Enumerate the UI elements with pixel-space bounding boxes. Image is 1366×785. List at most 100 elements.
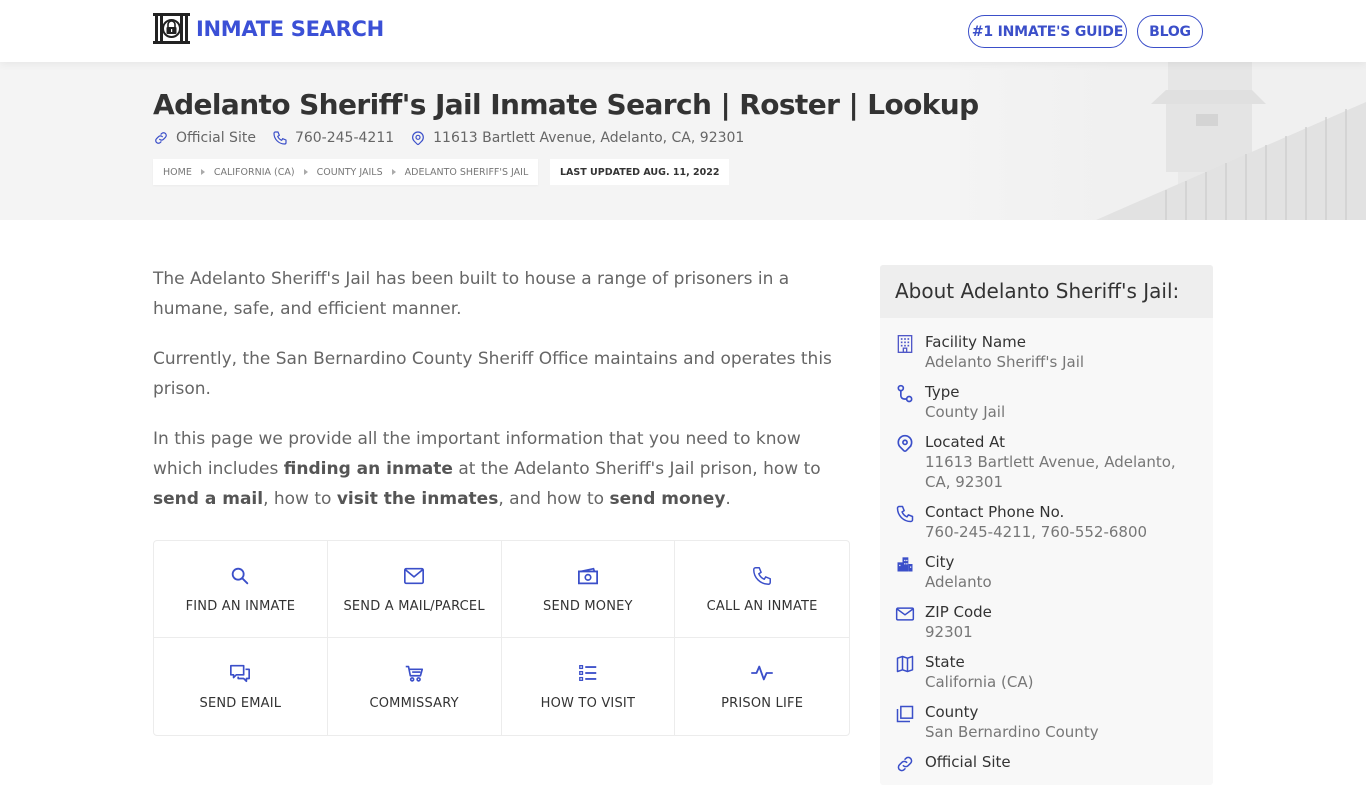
about-value: California (CA)	[925, 673, 1034, 691]
about-facility-card: About Adelanto Sheriff's Jail: Facility …	[880, 265, 1213, 785]
facility-meta-row: Official Site 760-245-4211 11613 Bartlet…	[153, 130, 760, 146]
breadcrumb-current-facility[interactable]: ADELANTO SHERIFF'S JAIL	[405, 167, 529, 178]
about-list: Facility Name Adelanto Sheriff's Jail Ty…	[880, 318, 1213, 774]
jail-lock-icon	[153, 13, 190, 44]
link-icon	[155, 132, 167, 144]
prison-tower-background-image	[946, 62, 1366, 220]
tile-label: COMMISSARY	[369, 696, 459, 711]
text-segment: at the Adelanto Sheriff's Jail prison, h…	[452, 459, 821, 479]
about-label: Contact Phone No.	[925, 503, 1065, 521]
phone-icon	[273, 131, 287, 145]
tile-find-an-inmate[interactable]: FIND AN INMATE	[154, 541, 328, 638]
route-icon	[897, 384, 913, 403]
intro-text: The Adelanto Sheriff's Jail has been bui…	[153, 264, 850, 534]
brand-name: INMATE SEARCH	[196, 16, 384, 41]
top-navbar: INMATE SEARCH #1 INMATE'S GUIDE BLOG	[0, 0, 1366, 62]
tile-label: FIND AN INMATE	[185, 598, 296, 614]
tile-commissary[interactable]: COMMISSARY	[328, 638, 502, 735]
inmates-guide-button[interactable]: #1 INMATE'S GUIDE	[968, 15, 1127, 48]
phone-number: 760-245-4211	[294, 130, 395, 146]
about-item-state: State California (CA)	[880, 652, 1213, 692]
about-value: 760-245-4211, 760-552-6800	[925, 523, 1148, 541]
address-text: 11613 Bartlett Avenue, Adelanto, CA, 923…	[433, 130, 745, 146]
last-updated-badge: LAST UPDATED AUG. 11, 2022	[550, 159, 730, 185]
breadcrumb-home[interactable]: HOME	[163, 167, 192, 178]
activity-icon	[751, 665, 774, 681]
city-icon	[897, 557, 913, 572]
text-segment: , how to	[263, 489, 337, 509]
breadcrumb-separator-icon	[303, 169, 308, 175]
about-item-zip-code: ZIP Code 92301	[880, 602, 1213, 642]
about-label: Located At	[925, 433, 1005, 451]
bold-send-a-mail: send a mail	[153, 489, 264, 509]
breadcrumb-separator-icon	[391, 169, 396, 175]
address-item: 11613 Bartlett Avenue, Adelanto, CA, 923…	[410, 130, 744, 146]
quick-links-grid: FIND AN INMATE SEND A MAIL/PARCEL SEND M…	[153, 540, 850, 736]
tile-send-money[interactable]: SEND MONEY	[501, 541, 676, 638]
official-site-link[interactable]: Official Site	[153, 130, 256, 146]
about-label: Facility Name	[925, 333, 1026, 351]
breadcrumb-county-jails[interactable]: COUNTY JAILS	[317, 167, 383, 178]
about-value: 11613 Bartlett Avenue, Adelanto, CA, 923…	[925, 453, 1176, 491]
search-icon	[232, 567, 249, 584]
bold-visit-the-inmates: visit the inmates	[336, 489, 499, 509]
site-logo[interactable]: INMATE SEARCH	[153, 13, 384, 44]
about-label: County	[925, 703, 979, 721]
text-segment: , and how to	[498, 489, 610, 509]
cart-icon	[405, 665, 424, 682]
map-pin-icon	[412, 131, 425, 145]
breadcrumb-state[interactable]: CALIFORNIA (CA)	[214, 167, 295, 178]
copy-icon	[896, 705, 914, 723]
map-pin-icon	[897, 434, 913, 452]
phone-link[interactable]: 760-245-4211	[272, 130, 394, 146]
list-icon	[578, 665, 597, 681]
page-title: Adelanto Sheriff's Jail Inmate Search | …	[153, 88, 979, 121]
tile-label: SEND A MAIL/PARCEL	[343, 598, 485, 614]
intro-paragraph-1: The Adelanto Sheriff's Jail has been bui…	[153, 269, 790, 319]
about-item-city: City Adelanto	[880, 552, 1213, 592]
about-item-facility-name: Facility Name Adelanto Sheriff's Jail	[880, 332, 1213, 372]
about-value: 92301	[925, 623, 973, 641]
about-item-type: Type County Jail	[880, 382, 1213, 422]
intro-paragraph-2: Currently, the San Bernardino County She…	[153, 349, 832, 399]
money-icon	[577, 567, 598, 584]
building-icon	[897, 335, 913, 353]
official-site-label: Official Site	[176, 130, 256, 146]
about-card-title: About Adelanto Sheriff's Jail:	[880, 265, 1213, 318]
breadcrumb-separator-icon	[200, 169, 205, 175]
about-item-official-site[interactable]: Official Site	[880, 752, 1213, 774]
phone-icon	[753, 566, 772, 585]
about-value: County Jail	[925, 403, 1006, 421]
tile-label: SEND EMAIL	[199, 696, 282, 711]
tile-label: SEND MONEY	[543, 598, 633, 614]
about-value: Adelanto	[925, 573, 992, 591]
breadcrumb: HOME CALIFORNIA (CA) COUNTY JAILS ADELAN…	[153, 159, 539, 185]
about-item-located-at: Located At 11613 Bartlett Avenue, Adelan…	[880, 432, 1213, 492]
envelope-icon	[895, 607, 915, 621]
about-label: ZIP Code	[925, 603, 992, 621]
hero-section: Adelanto Sheriff's Jail Inmate Search | …	[0, 62, 1366, 220]
blog-button[interactable]: BLOG	[1137, 15, 1203, 48]
tile-label: CALL AN INMATE	[706, 598, 818, 614]
tile-send-email[interactable]: SEND EMAIL	[154, 638, 328, 735]
about-value: San Bernardino County	[925, 723, 1099, 741]
bold-finding-an-inmate: finding an inmate	[283, 459, 453, 479]
tile-label: PRISON LIFE	[721, 696, 804, 711]
about-item-contact-phone: Contact Phone No. 760-245-4211, 760-552-…	[880, 502, 1213, 542]
tile-send-a-mail-parcel[interactable]: SEND A MAIL/PARCEL	[327, 541, 502, 638]
envelope-icon	[404, 567, 425, 584]
about-label: State	[925, 653, 965, 671]
tile-label: HOW TO VISIT	[540, 696, 636, 711]
about-label: City	[925, 553, 955, 571]
about-label: Type	[925, 383, 960, 401]
tile-how-to-visit[interactable]: HOW TO VISIT	[502, 638, 676, 735]
text-segment: .	[725, 489, 731, 509]
link-icon	[897, 756, 913, 772]
bold-send-money: send money	[609, 489, 726, 509]
about-item-county: County San Bernardino County	[880, 702, 1213, 742]
tile-prison-life[interactable]: PRISON LIFE	[675, 638, 849, 735]
phone-icon	[896, 505, 914, 523]
intro-paragraph-3: In this page we provide all the importan…	[153, 424, 850, 514]
tile-call-an-inmate[interactable]: CALL AN INMATE	[675, 541, 849, 638]
about-label: Official Site	[925, 753, 1011, 771]
